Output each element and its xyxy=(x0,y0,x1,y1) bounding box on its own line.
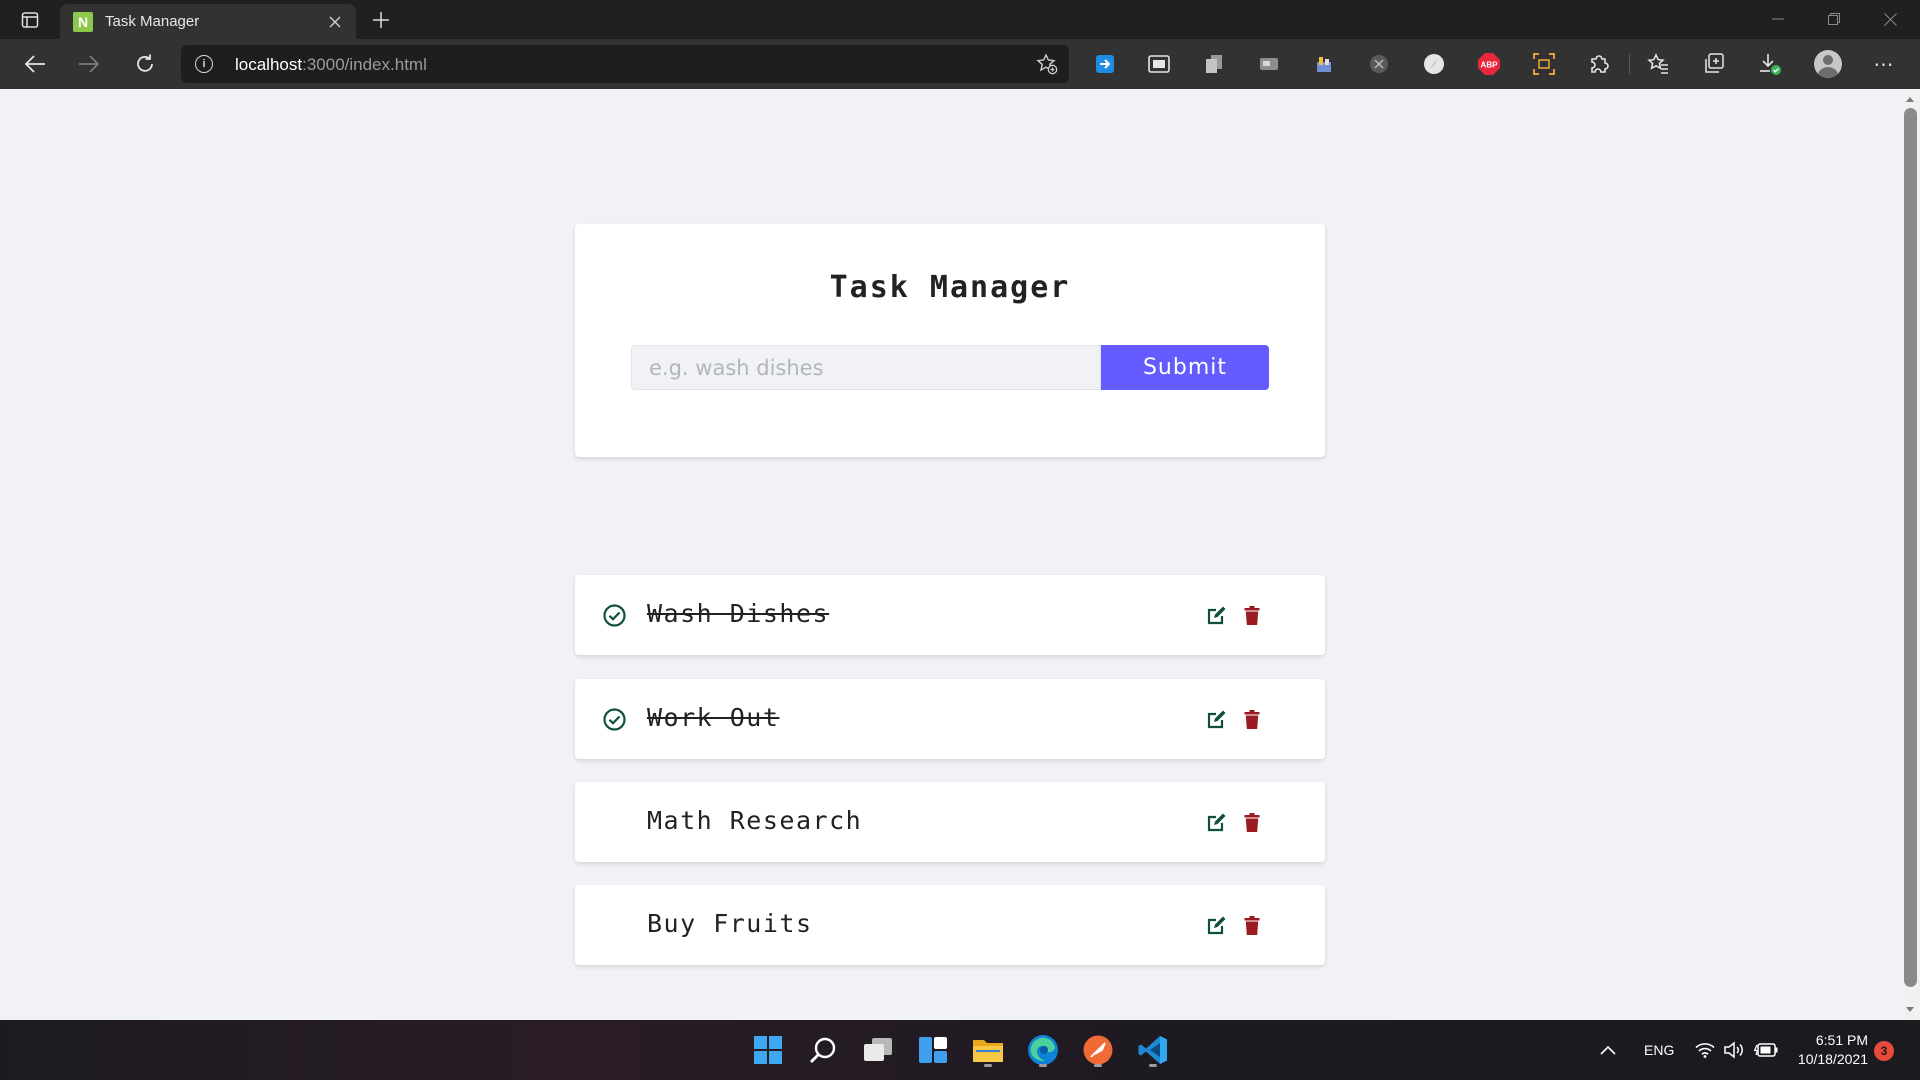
screen-capture-icon[interactable] xyxy=(1530,51,1558,77)
task-item: Math Research xyxy=(575,782,1325,862)
battery-charging-icon[interactable] xyxy=(1754,1020,1778,1080)
task-item: Wash Dishes xyxy=(575,575,1325,655)
extensions-puzzle-icon[interactable] xyxy=(1585,51,1613,77)
trash-icon[interactable] xyxy=(1242,914,1262,936)
add-favorite-icon[interactable] xyxy=(1035,53,1059,75)
site-info-icon[interactable]: i xyxy=(195,55,213,73)
volume-icon[interactable] xyxy=(1724,1020,1746,1080)
clock-time: 6:51 PM xyxy=(1815,1032,1868,1048)
trash-icon[interactable] xyxy=(1242,811,1262,833)
url-text[interactable]: localhost:3000/index.html xyxy=(235,55,427,75)
url-path: :3000/index.html xyxy=(302,55,427,74)
edge-icon[interactable] xyxy=(1023,1030,1063,1070)
task-form-card: Task Manager Submit xyxy=(575,224,1325,457)
new-tab-button[interactable] xyxy=(366,6,396,34)
trash-icon[interactable] xyxy=(1242,708,1262,730)
url-host: localhost xyxy=(235,55,303,74)
task-name: Buy Fruits xyxy=(647,909,813,938)
close-tab-icon[interactable] xyxy=(320,7,350,37)
restore-window-icon[interactable] xyxy=(1806,0,1862,38)
page-scrollbar[interactable] xyxy=(1901,89,1920,1020)
check-circle-icon[interactable] xyxy=(603,604,626,627)
task-input[interactable] xyxy=(631,345,1101,390)
minimize-window-icon[interactable] xyxy=(1750,0,1806,38)
file-explorer-icon[interactable] xyxy=(968,1030,1008,1070)
address-bar[interactable]: i localhost:3000/index.html xyxy=(181,45,1069,83)
screen-recorder-icon[interactable] xyxy=(1255,51,1283,77)
windows-start-icon[interactable] xyxy=(748,1030,788,1070)
task-name: Math Research xyxy=(647,806,863,835)
scrollbar-thumb[interactable] xyxy=(1904,108,1917,987)
toolbar-separator xyxy=(1629,54,1630,74)
wifi-icon[interactable] xyxy=(1695,1020,1715,1080)
browser-toolbar: i localhost:3000/index.html ABP ⋯ xyxy=(0,39,1920,89)
scroll-down-arrow-icon[interactable] xyxy=(1906,1007,1914,1012)
compass-icon[interactable] xyxy=(1420,51,1448,77)
windows-taskbar: ENG 6:51 PM 10/18/2021 3 xyxy=(0,1020,1920,1080)
submit-button[interactable]: Submit xyxy=(1101,345,1269,390)
more-options-icon[interactable]: ⋯ xyxy=(1868,51,1900,77)
downloads-icon[interactable] xyxy=(1756,51,1784,77)
running-indicator xyxy=(1149,1064,1157,1067)
page-title: Task Manager xyxy=(829,270,1071,305)
widgets-icon[interactable] xyxy=(913,1030,953,1070)
refresh-icon[interactable] xyxy=(127,47,163,81)
adblock-plus-icon[interactable]: ABP xyxy=(1475,51,1503,77)
task-name: Wash Dishes xyxy=(647,599,830,628)
favorites-icon[interactable] xyxy=(1644,51,1672,77)
page-viewport: Task Manager Submit Wash Dishes Work Out… xyxy=(0,89,1901,1020)
forward-icon[interactable] xyxy=(71,47,107,81)
search-icon[interactable] xyxy=(803,1030,843,1070)
postman-icon[interactable] xyxy=(1078,1030,1118,1070)
picture-in-picture-icon[interactable] xyxy=(1145,51,1173,77)
browser-tab-bar: N Task Manager xyxy=(0,0,1920,39)
edit-icon[interactable] xyxy=(1206,914,1228,936)
edit-icon[interactable] xyxy=(1206,811,1228,833)
language-indicator[interactable]: ENG xyxy=(1644,1020,1674,1080)
task-name: Work Out xyxy=(647,703,780,732)
running-indicator xyxy=(1094,1064,1102,1067)
notification-count-badge[interactable]: 3 xyxy=(1874,1041,1894,1061)
task-view-icon[interactable] xyxy=(858,1030,898,1070)
back-icon[interactable] xyxy=(17,47,53,81)
nodejs-favicon-icon: N xyxy=(73,11,93,32)
check-circle-icon[interactable] xyxy=(603,708,626,731)
dark-tool-icon[interactable] xyxy=(1365,51,1393,77)
copy-pages-icon[interactable] xyxy=(1200,51,1228,77)
svg-text:ABP: ABP xyxy=(1481,61,1499,70)
system-clock[interactable]: 6:51 PM 10/18/2021 xyxy=(1788,1031,1868,1069)
running-indicator xyxy=(1039,1064,1047,1067)
bookmark-stack-icon[interactable] xyxy=(1310,51,1338,77)
tab-actions-icon[interactable] xyxy=(14,7,46,33)
trash-icon[interactable] xyxy=(1242,604,1262,626)
edit-icon[interactable] xyxy=(1206,708,1228,730)
close-window-icon[interactable] xyxy=(1862,0,1918,38)
browser-tab-active[interactable]: N Task Manager xyxy=(60,4,356,39)
translate-icon[interactable] xyxy=(1091,51,1119,77)
clock-date: 10/18/2021 xyxy=(1797,1051,1868,1067)
task-item: Buy Fruits xyxy=(575,885,1325,965)
profile-avatar[interactable] xyxy=(1814,50,1842,78)
task-item: Work Out xyxy=(575,679,1325,759)
vscode-icon[interactable] xyxy=(1133,1030,1173,1070)
edit-icon[interactable] xyxy=(1206,604,1228,626)
show-hidden-icons-chevron-icon[interactable] xyxy=(1600,1020,1616,1080)
tab-title: Task Manager xyxy=(105,13,200,30)
collections-icon[interactable] xyxy=(1700,51,1728,77)
scroll-up-arrow-icon[interactable] xyxy=(1906,97,1914,102)
running-indicator xyxy=(984,1064,992,1067)
